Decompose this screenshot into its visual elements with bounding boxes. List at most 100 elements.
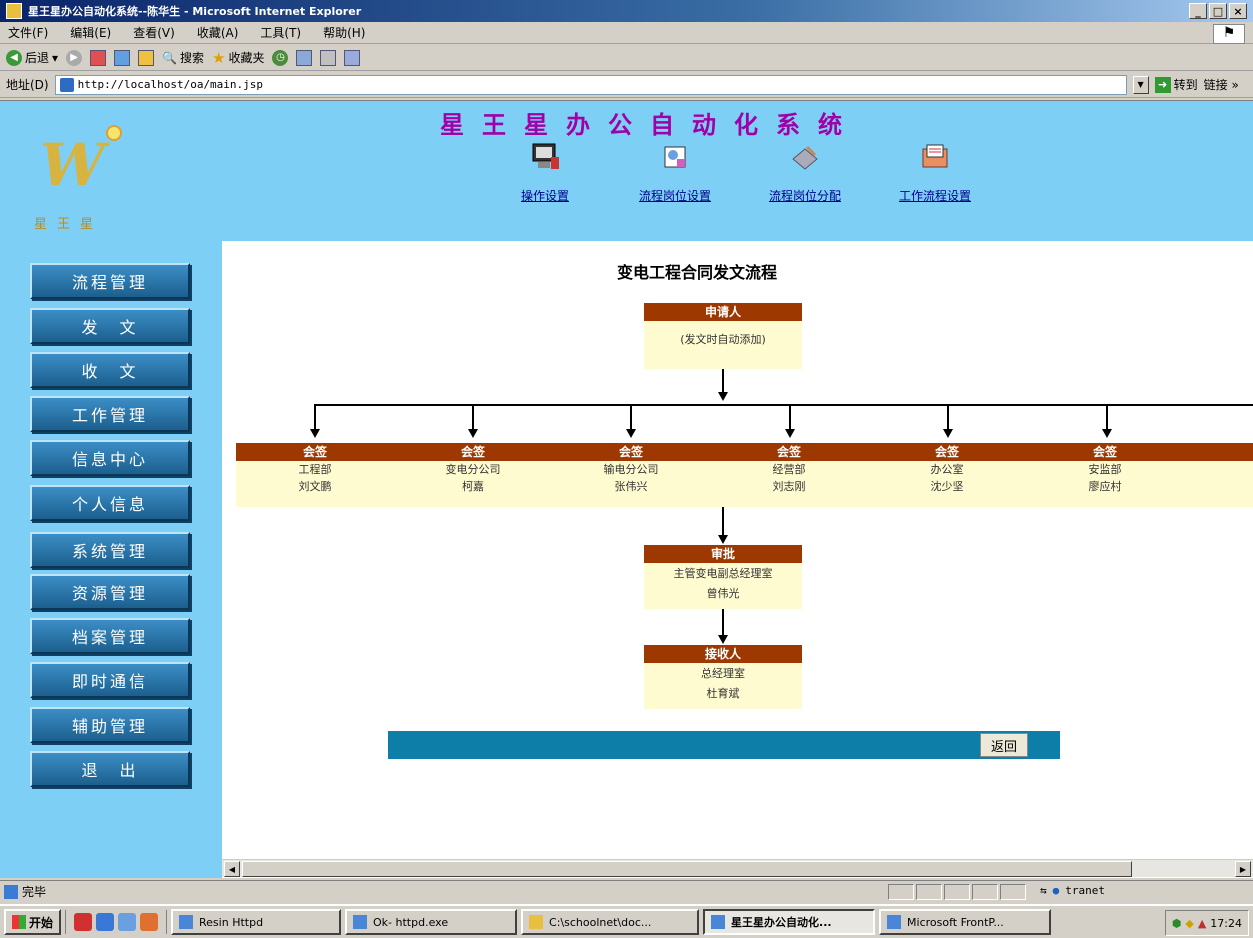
go-button[interactable]: ➜ 转到 <box>1154 76 1198 93</box>
node-header: 会签 <box>460 445 485 459</box>
desktop-icon[interactable] <box>118 913 137 931</box>
maximize-button[interactable]: □ <box>1209 3 1227 19</box>
menu-favorites[interactable]: 收藏(A) <box>197 24 239 41</box>
network-icon: ⇆ <box>1040 884 1047 897</box>
shield-icon[interactable]: ◆ <box>1185 917 1193 930</box>
return-button[interactable]: 返回 <box>980 733 1028 757</box>
node-person: 柯嘉 <box>462 480 484 493</box>
status-text: 完毕 <box>22 885 47 899</box>
stop-icon[interactable] <box>90 49 107 66</box>
history-icon[interactable]: ◷ <box>272 49 289 66</box>
nav-label[interactable]: 流程岗位设置 <box>639 187 711 204</box>
scroll-thumb[interactable] <box>242 861 1132 877</box>
browser-toolbar: ◀ 后退 ▾ ▶ 🔍 搜索 ★ 收藏夹 ◷ <box>0 45 1253 71</box>
task-frontpage[interactable]: Microsoft FrontP... <box>879 909 1052 935</box>
computer-icon <box>532 143 559 169</box>
task-httpd[interactable]: Ok- httpd.exe <box>345 909 518 935</box>
menu-file[interactable]: 文件(F) <box>8 24 48 41</box>
close-button[interactable]: × <box>1229 3 1247 19</box>
applicant-node: 申请人 (发文时自动添加) <box>644 303 802 369</box>
links-button[interactable]: 链接 » <box>1204 76 1239 93</box>
nav-label[interactable]: 流程岗位分配 <box>769 187 841 204</box>
node-person: 张伟兴 <box>614 480 648 493</box>
task-label: 星王星办公自动化... <box>731 916 832 929</box>
ie-icon[interactable] <box>96 913 115 931</box>
mail-icon[interactable] <box>296 49 313 66</box>
arrow-icon <box>468 429 478 438</box>
forward-button[interactable]: ▶ <box>66 49 83 66</box>
address-input[interactable]: http://localhost/oa/main.jsp <box>54 74 1127 95</box>
network-icon[interactable]: ▲ <box>1198 917 1206 930</box>
receiver-node: 接收人 总经理室 杜育斌 <box>644 645 802 709</box>
sidebar-item-logout[interactable]: 退 出 <box>30 751 190 787</box>
start-button[interactable]: 开始 <box>4 909 62 935</box>
connector-line <box>314 405 316 431</box>
minimize-button[interactable]: _ <box>1189 3 1207 19</box>
document-icon <box>664 146 686 168</box>
go-arrow-icon: ➜ <box>1154 76 1171 93</box>
app-icon <box>179 915 194 929</box>
connector-line <box>947 405 949 431</box>
sidebar-item-personal[interactable]: 个人信息 <box>30 485 190 521</box>
logo-mark-icon: W <box>40 131 106 199</box>
help-icon: ● <box>1052 884 1060 897</box>
menu-tools[interactable]: 工具(T) <box>260 24 301 41</box>
start-label: 开始 <box>29 915 54 930</box>
countersign-node: 会签 安监部 廖应村 <box>1026 443 1184 495</box>
connector-line <box>789 405 791 431</box>
window-title: 星王星办公自动化系统--陈华生 - Microsoft Internet Exp… <box>28 5 362 18</box>
nav-operation-settings[interactable]: 操作设置 <box>480 141 610 204</box>
menu-help[interactable]: 帮助(H) <box>323 24 365 41</box>
horizontal-scrollbar[interactable]: ◀ ▶ <box>222 859 1253 877</box>
back-button[interactable]: ◀ 后退 ▾ <box>6 49 58 66</box>
clock: 17:24 <box>1210 916 1242 930</box>
menu-edit[interactable]: 编辑(E) <box>70 24 111 41</box>
search-button[interactable]: 🔍 搜索 <box>162 49 204 66</box>
refresh-icon[interactable] <box>114 49 131 66</box>
sidebar-item-dispatch[interactable]: 发 文 <box>30 308 190 344</box>
system-title: 星王星办公自动化系统 <box>440 110 860 139</box>
countersign-node: 会签 工程部 刘文鹏 <box>236 443 394 495</box>
scroll-left-icon[interactable]: ◀ <box>224 861 240 877</box>
favorites-label: 收藏夹 <box>228 51 265 65</box>
nav-label[interactable]: 操作设置 <box>521 187 569 204</box>
address-bar: 地址(D) http://localhost/oa/main.jsp ▼ ➜ 转… <box>0 72 1253 98</box>
back-label: 后退 <box>25 51 50 65</box>
task-resin[interactable]: Resin Httpd <box>171 909 342 935</box>
nav-post-assign[interactable]: 流程岗位分配 <box>740 141 870 204</box>
menu-view[interactable]: 查看(V) <box>133 24 175 41</box>
acrobat-icon[interactable] <box>74 913 93 931</box>
sidebar-item-archive[interactable]: 档案管理 <box>30 618 190 654</box>
sidebar: 流程管理 发 文 收 文 工作管理 信息中心 个人信息 系统管理 资源管理 档案… <box>0 241 222 878</box>
taskbar: 开始 Resin Httpd Ok- httpd.exe C:\schoolne… <box>0 904 1253 938</box>
pen-icon <box>792 145 818 170</box>
scroll-right-icon[interactable]: ▶ <box>1235 861 1251 877</box>
home-icon[interactable] <box>138 49 155 66</box>
sidebar-item-system[interactable]: 系统管理 <box>30 532 190 568</box>
nav-label[interactable]: 工作流程设置 <box>899 187 971 204</box>
task-explorer[interactable]: C:\schoolnet\doc... <box>521 909 700 935</box>
nav-post-settings[interactable]: 流程岗位设置 <box>610 141 740 204</box>
windows-logo-icon: ⚑ <box>1213 24 1245 44</box>
sidebar-item-receive[interactable]: 收 文 <box>30 352 190 388</box>
sidebar-item-resource[interactable]: 资源管理 <box>30 574 190 610</box>
tray-icon[interactable]: ⬢ <box>1172 917 1182 930</box>
site-header: W 星王星 星王星办公自动化系统 操作设置 流程岗位设置 流程岗位分配 工作流程… <box>0 101 1253 241</box>
print-icon[interactable] <box>320 49 337 66</box>
sidebar-item-assist[interactable]: 辅助管理 <box>30 707 190 743</box>
sidebar-item-process[interactable]: 流程管理 <box>30 263 190 299</box>
sidebar-item-work[interactable]: 工作管理 <box>30 396 190 432</box>
task-ie-oa[interactable]: 星王星办公自动化... <box>703 909 876 935</box>
quick-launch <box>65 910 168 934</box>
sidebar-item-info-center[interactable]: 信息中心 <box>30 440 190 476</box>
sidebar-item-im[interactable]: 即时通信 <box>30 662 190 698</box>
node-person: 刘文鹏 <box>298 480 332 493</box>
favorites-button[interactable]: ★ 收藏夹 <box>212 49 264 67</box>
nav-workflow-settings[interactable]: 工作流程设置 <box>870 141 1000 204</box>
address-dropdown-icon[interactable]: ▼ <box>1132 75 1149 94</box>
media-icon[interactable] <box>140 913 159 931</box>
frontpage-icon <box>887 915 902 929</box>
edit-icon[interactable] <box>344 49 361 66</box>
search-label: 搜索 <box>180 51 205 65</box>
arrow-icon <box>718 635 728 644</box>
